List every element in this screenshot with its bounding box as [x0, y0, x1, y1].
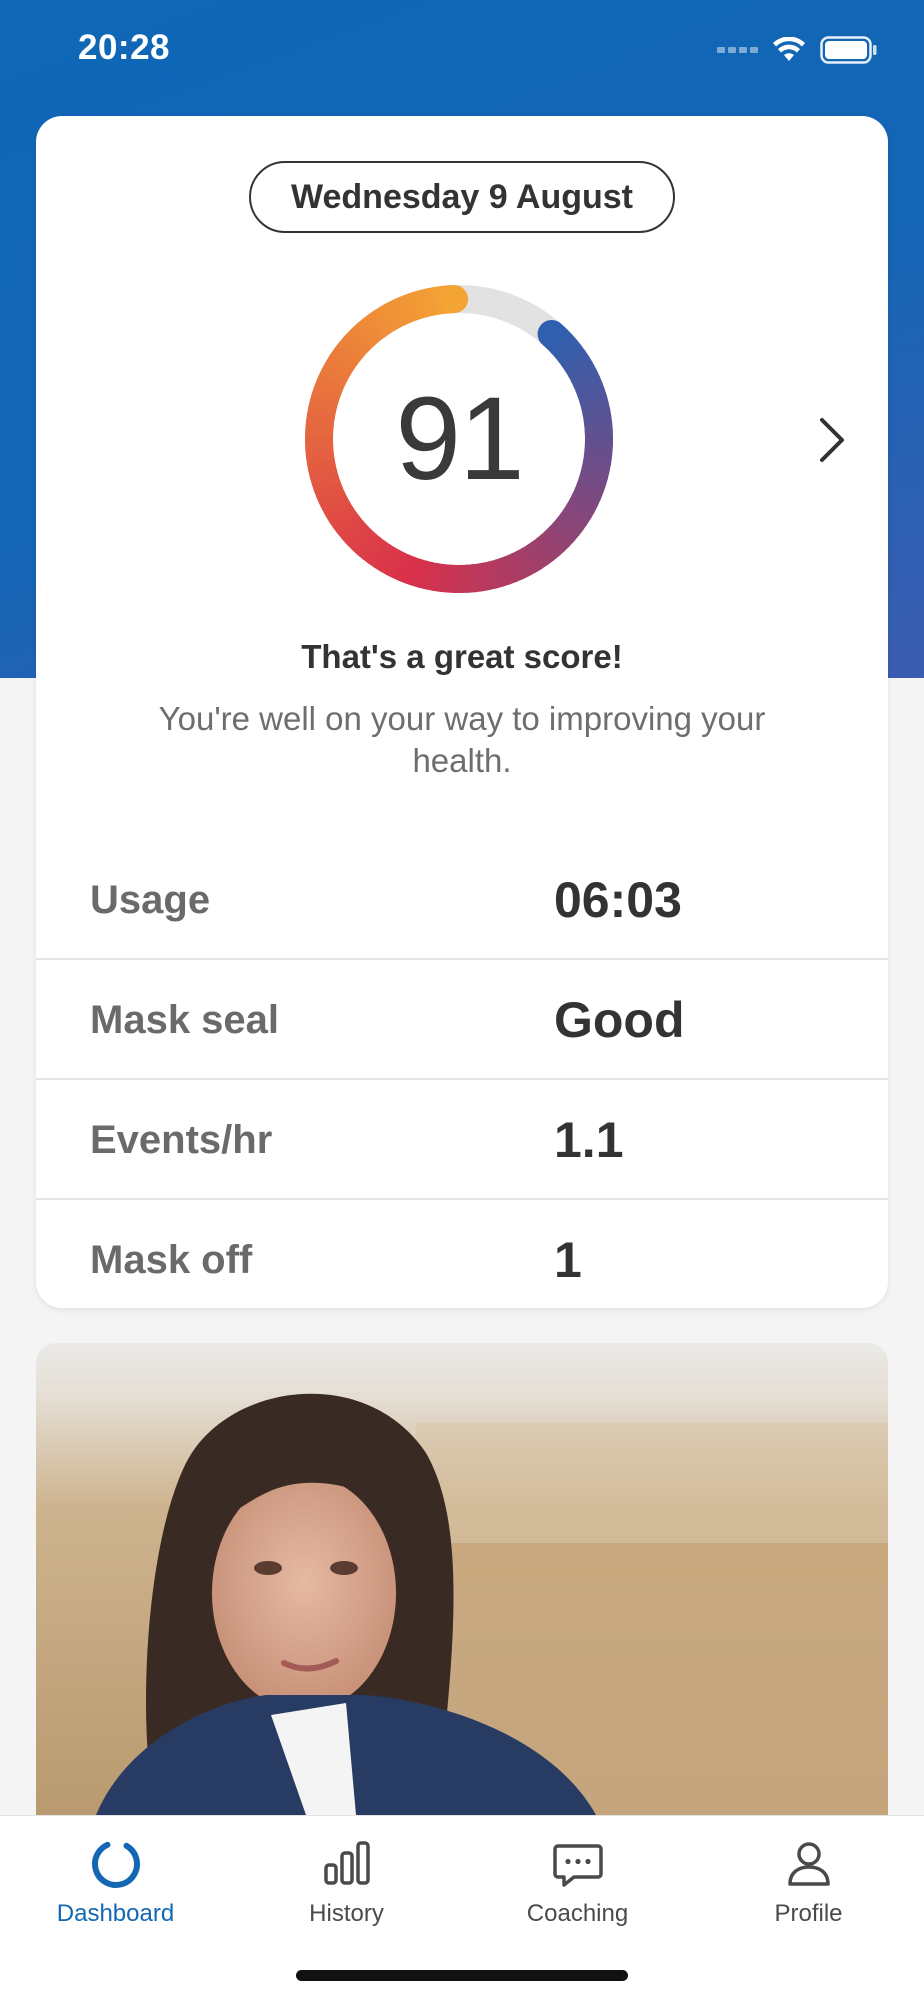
metric-label: Mask seal: [90, 998, 280, 1042]
tab-coaching[interactable]: Coaching: [462, 1816, 693, 1946]
tab-label: History: [309, 1900, 384, 1927]
tab-dashboard[interactable]: Dashboard: [0, 1816, 231, 1946]
status-bar: 20:28: [0, 0, 924, 100]
person-icon: [787, 1842, 830, 1886]
score-headline: That's a great score!: [301, 638, 623, 675]
date-selector[interactable]: Wednesday 9 August: [249, 161, 675, 233]
tab-label: Coaching: [526, 1900, 629, 1927]
score-message: You're well on your way to improving you…: [158, 700, 766, 779]
status-time: 20:28: [78, 28, 171, 67]
metric-row-events: Events/hr 1.1: [36, 1080, 888, 1200]
tab-history[interactable]: History: [231, 1816, 462, 1946]
battery-icon: [820, 36, 877, 64]
metrics-list: Usage 06:03 Mask seal Good Events/hr 1.1…: [36, 840, 888, 1308]
metric-label: Events/hr: [90, 1118, 273, 1162]
metric-value: 1: [554, 1232, 582, 1288]
dashboard-ring-icon: [91, 1840, 140, 1888]
tab-label: Profile: [774, 1900, 843, 1927]
chevron-right-icon[interactable]: [812, 410, 852, 470]
tab-label: Dashboard: [56, 1900, 175, 1927]
home-indicator: [296, 1970, 628, 1981]
video-thumbnail-image: [36, 1343, 888, 1815]
bar-chart-icon: [323, 1841, 370, 1885]
metric-value: 1.1: [554, 1112, 624, 1168]
metric-row-mask-seal: Mask seal Good: [36, 960, 888, 1080]
tab-profile[interactable]: Profile: [693, 1816, 924, 1946]
score-ring[interactable]: 91: [298, 278, 620, 600]
wifi-icon: [773, 37, 805, 61]
chat-bubble-icon: [552, 1844, 603, 1887]
metric-row-mask-off: Mask off 1: [36, 1200, 888, 1308]
metric-value: Good: [554, 992, 685, 1048]
metric-value: 06:03: [554, 872, 682, 928]
cellular-signal-icon: [717, 47, 758, 53]
score-value: 91: [395, 373, 524, 505]
sleep-score-card[interactable]: Wednesday 9 August 91 That's a great sco…: [36, 116, 888, 1308]
metric-label: Usage: [90, 878, 211, 922]
metric-row-usage: Usage 06:03: [36, 840, 888, 960]
status-icons: [717, 32, 878, 68]
coaching-video-thumbnail[interactable]: [36, 1343, 888, 1815]
metric-label: Mask off: [90, 1238, 253, 1282]
